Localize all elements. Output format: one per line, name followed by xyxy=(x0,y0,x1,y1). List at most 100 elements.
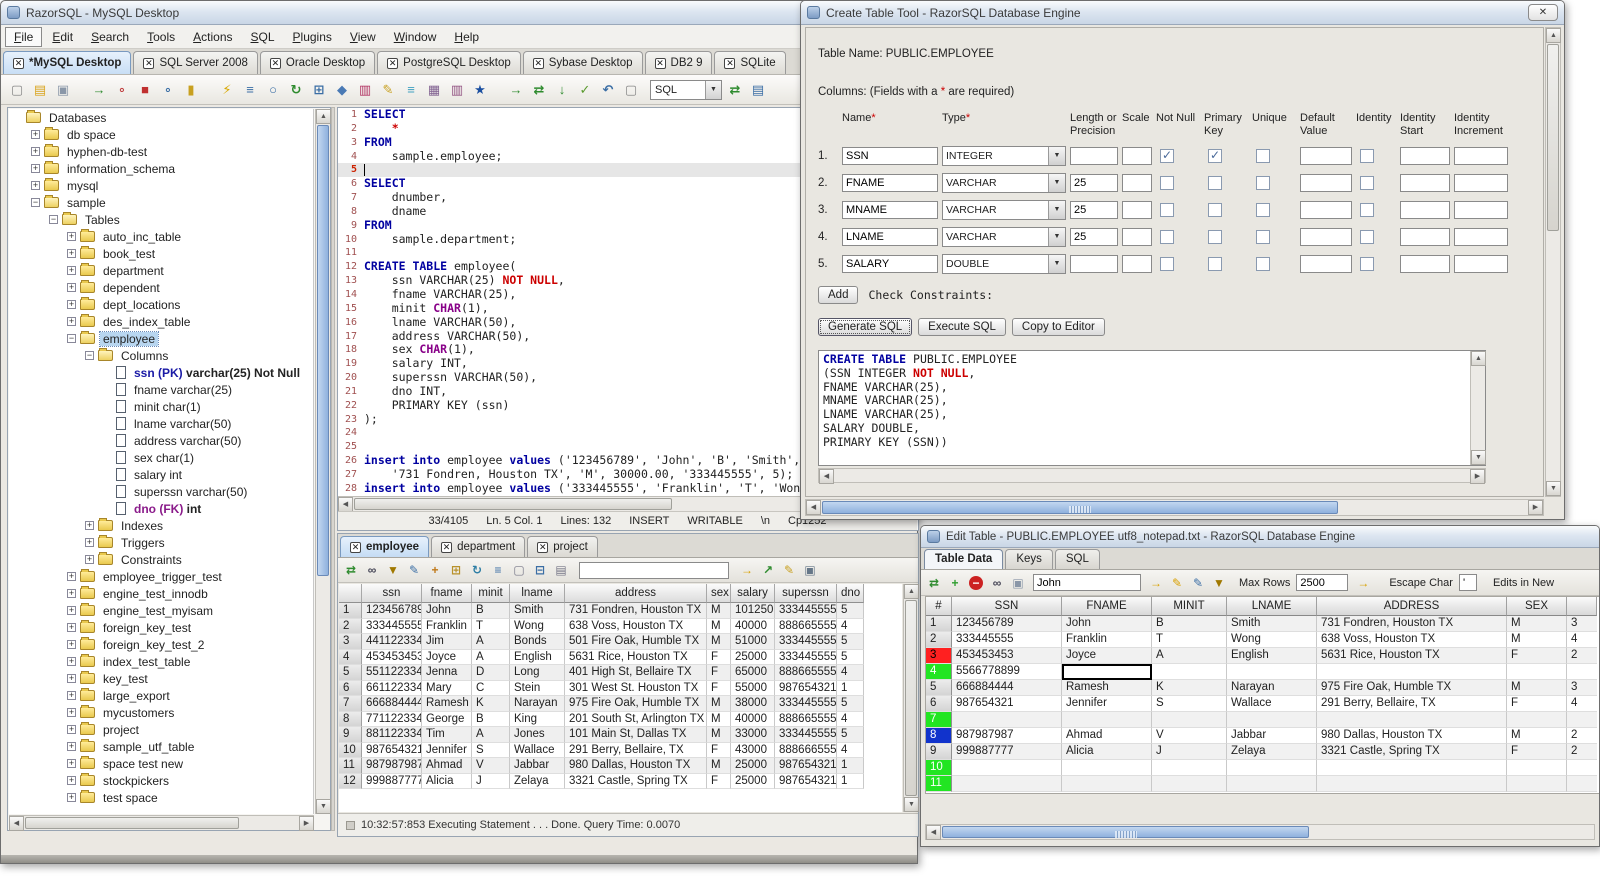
column-header-lname[interactable]: LNAME xyxy=(1227,597,1317,616)
expand-icon[interactable]: + xyxy=(67,776,76,785)
cell[interactable] xyxy=(1227,776,1317,792)
cell[interactable]: Wallace xyxy=(510,742,565,758)
search-go-icon[interactable]: → xyxy=(1147,574,1165,592)
menu-search[interactable]: Search xyxy=(83,28,137,46)
not-null-checkbox[interactable] xyxy=(1160,148,1174,163)
tree-item-sample[interactable]: − sample xyxy=(9,194,313,211)
tree-item-dependent[interactable]: + dependent xyxy=(9,279,313,296)
insert-statements-icon[interactable]: + xyxy=(426,561,444,579)
column-header-extra[interactable] xyxy=(1567,597,1597,616)
cell[interactable]: 987654321 xyxy=(362,742,422,758)
cell[interactable]: 333445555 xyxy=(775,634,837,650)
cell[interactable]: Wallace xyxy=(1227,696,1317,712)
row-number[interactable]: 10 xyxy=(926,760,952,776)
disconnect-icon[interactable]: ■ xyxy=(135,80,155,100)
primary-key-checkbox[interactable] xyxy=(1208,148,1222,163)
expand-icon[interactable]: + xyxy=(67,589,76,598)
identity-checkbox[interactable] xyxy=(1360,230,1374,244)
tree-item-address-varchar-50[interactable]: address varchar(50) xyxy=(9,432,313,449)
cell[interactable]: 333445555 xyxy=(775,696,837,712)
cell[interactable]: Wong xyxy=(1227,632,1317,648)
cell[interactable]: 441122334 xyxy=(362,634,422,650)
cell[interactable]: A xyxy=(472,634,510,650)
dialog-scroll-thumb[interactable] xyxy=(1547,44,1559,232)
scroll-up-arrow-icon[interactable]: ▲ xyxy=(316,109,331,124)
row-number[interactable]: 5 xyxy=(926,680,952,696)
scroll-down-arrow-icon[interactable]: ▼ xyxy=(316,799,331,814)
favorites-db-icon[interactable]: ★ xyxy=(470,80,490,100)
execute-icon[interactable]: → xyxy=(506,80,526,100)
history-icon[interactable]: ▢ xyxy=(621,80,641,100)
results-vertical-scrollbar[interactable]: ▲ ▼ xyxy=(903,584,919,812)
scroll-up-arrow-icon[interactable]: ▲ xyxy=(1471,351,1486,366)
tab-mysql-desktop[interactable]: ✕ *MySQL Desktop xyxy=(3,51,132,74)
copy-doc-icon[interactable]: ⊞ xyxy=(309,80,329,100)
cell[interactable]: 4 xyxy=(837,618,864,634)
column-header-sex[interactable]: sex xyxy=(707,584,731,603)
scroll-right-arrow-icon[interactable]: ▶ xyxy=(1470,469,1485,484)
database-icon[interactable]: ▮ xyxy=(181,80,201,100)
tab-close-icon[interactable]: ✕ xyxy=(269,57,281,69)
cell[interactable]: Ahmad xyxy=(1062,728,1152,744)
cell[interactable]: 4 xyxy=(1567,696,1597,712)
scale-input[interactable] xyxy=(1122,147,1152,165)
cell[interactable]: M xyxy=(707,634,731,650)
column-header-fname[interactable]: fname xyxy=(422,584,472,603)
tree-item-ssn-pk[interactable]: ssn (PK) varchar(25) Not Null xyxy=(9,364,313,381)
expand-icon[interactable]: + xyxy=(67,657,76,666)
cell[interactable] xyxy=(1567,760,1597,776)
cell[interactable]: 2 xyxy=(1567,728,1597,744)
cell[interactable]: Tim xyxy=(422,727,472,743)
sql-box-horizontal-scrollbar[interactable]: ◀ ▶ xyxy=(818,468,1486,484)
scale-input[interactable] xyxy=(1122,201,1152,219)
scroll-down-arrow-icon[interactable]: ▼ xyxy=(1546,481,1561,496)
cell[interactable]: 101250 xyxy=(731,603,775,619)
tab-sql-server-2008[interactable]: ✕ SQL Server 2008 xyxy=(133,51,258,74)
tab-db2-9[interactable]: ✕ DB2 9 xyxy=(644,51,713,74)
tree-item-des-index-table[interactable]: + des_index_table xyxy=(9,313,313,330)
column-header-salary[interactable]: salary xyxy=(731,584,775,603)
results-scroll-thumb[interactable] xyxy=(905,600,917,796)
menu-tools[interactable]: Tools xyxy=(139,28,183,46)
cell[interactable]: M xyxy=(707,758,731,774)
new-window-icon[interactable]: ▢ xyxy=(510,561,528,579)
row-number[interactable]: 2 xyxy=(926,632,952,648)
expand-icon[interactable]: + xyxy=(31,147,40,156)
cell[interactable]: 65000 xyxy=(731,665,775,681)
menu-actions[interactable]: Actions xyxy=(185,28,240,46)
results-tab-employee[interactable]: ✕ employee xyxy=(340,536,430,557)
cell[interactable]: 453453453 xyxy=(952,648,1062,664)
cell[interactable]: 5 xyxy=(837,727,864,743)
cell[interactable]: 999887777 xyxy=(362,773,422,789)
cell[interactable]: J xyxy=(472,773,510,789)
cell[interactable]: 661122334 xyxy=(362,680,422,696)
results-layout-icon[interactable]: ▤ xyxy=(748,80,768,100)
cell[interactable]: V xyxy=(1152,728,1227,744)
menu-view[interactable]: View xyxy=(342,28,384,46)
tree-item-db-space[interactable]: + db space xyxy=(9,126,313,143)
row-number[interactable]: 8 xyxy=(926,728,952,744)
cell[interactable]: 987654321 xyxy=(775,773,837,789)
cell[interactable]: 43000 xyxy=(731,742,775,758)
scroll-left-arrow-icon[interactable]: ◀ xyxy=(926,825,941,840)
expand-icon[interactable]: + xyxy=(67,674,76,683)
tree-item-information-schema[interactable]: + information_schema xyxy=(9,160,313,177)
expand-icon[interactable]: + xyxy=(67,623,76,632)
length-input[interactable] xyxy=(1070,174,1118,192)
cell[interactable]: Ahmad xyxy=(422,758,472,774)
cell[interactable]: 101 Main St, Dallas TX xyxy=(565,727,707,743)
scroll-left-arrow-icon[interactable]: ◀ xyxy=(338,497,353,512)
rollback-icon[interactable]: ↶ xyxy=(598,80,618,100)
collapse-icon[interactable]: − xyxy=(67,334,76,343)
cell[interactable]: A xyxy=(472,649,510,665)
column-name-input[interactable] xyxy=(842,228,938,246)
tab-postgresql-desktop[interactable]: ✕ PostgreSQL Desktop xyxy=(377,51,521,74)
cell[interactable]: F xyxy=(707,680,731,696)
column-type-select[interactable]: INTEGER ▼ xyxy=(942,146,1066,166)
cell[interactable]: 123456789 xyxy=(952,616,1062,632)
cell[interactable]: 975 Fire Oak, Humble TX xyxy=(565,696,707,712)
tree-item-databases[interactable]: Databases xyxy=(9,109,313,126)
cell[interactable]: Ramesh xyxy=(422,696,472,712)
expand-icon[interactable]: + xyxy=(31,164,40,173)
scale-input[interactable] xyxy=(1122,228,1152,246)
